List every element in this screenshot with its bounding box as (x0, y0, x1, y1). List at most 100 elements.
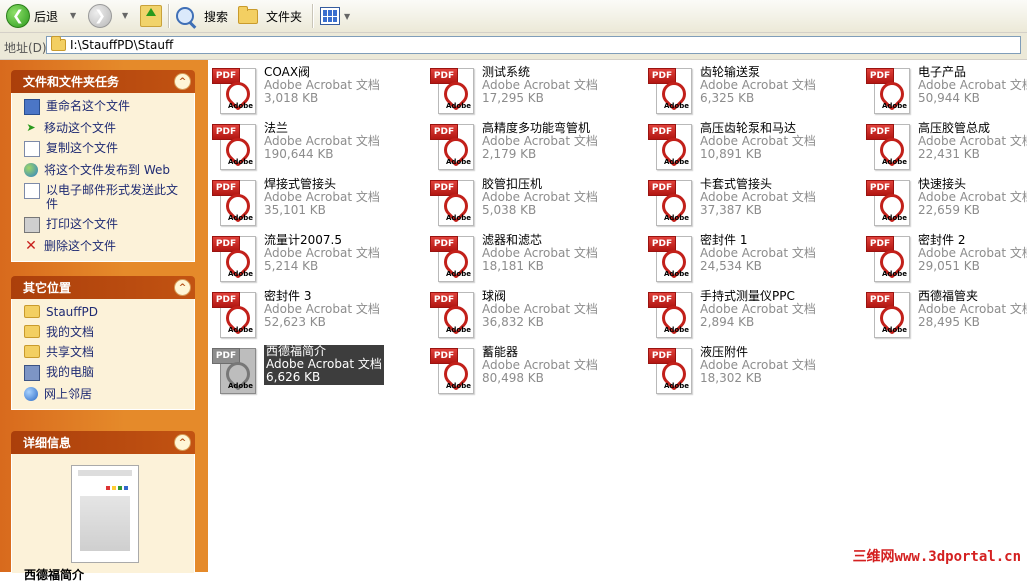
file-info: 高压胶管总成 Adobe Acrobat 文档 22,431 KB (918, 120, 1027, 170)
details-file-name: 西德福简介 (24, 568, 85, 582)
file-item[interactable]: PDF Adobe 卡套式管接头 Adobe Acrobat 文档 37,387 KB (648, 176, 858, 226)
file-item[interactable]: PDF Adobe 高压齿轮泵和马达 Adobe Acrobat 文档 10,891 K… (648, 120, 858, 170)
collapse-chevron-icon[interactable]: ^ (174, 279, 191, 296)
task-rename[interactable]: 重命名这个文件 (24, 99, 186, 115)
file-info: COAX阀 Adobe Acrobat 文档 3,018 KB (264, 64, 380, 114)
task-pane: 文件和文件夹任务 ^ 重命名这个文件 ➤ 移动这个文件 复制这个文件 将这个文件发… (0, 60, 208, 582)
file-info: 快速接头 Adobe Acrobat 文档 22,659 KB (918, 176, 1027, 226)
task-delete[interactable]: ✕ 删除这个文件 (24, 239, 186, 253)
place-network[interactable]: 网上邻居 (24, 387, 186, 401)
pdf-file-icon: PDF Adobe (866, 122, 910, 170)
file-item[interactable]: PDF Adobe 蓄能器 Adobe Acrobat 文档 80,498 KB (430, 344, 640, 394)
folder-icon (24, 345, 40, 358)
file-item[interactable]: PDF Adobe 高精度多功能弯管机 Adobe Acrobat 文档 2,179 K… (430, 120, 640, 170)
up-folder-button[interactable] (140, 3, 162, 29)
delete-icon: ✕ (25, 238, 37, 254)
task-copy[interactable]: 复制这个文件 (24, 141, 186, 157)
pdf-file-icon: PDF Adobe (212, 290, 256, 338)
details-panel: 详细信息 ^ (11, 431, 195, 574)
file-item[interactable]: PDF Adobe 手持式测量仪PPC Adobe Acrobat 文档 2,894 K… (648, 288, 858, 338)
print-icon (24, 217, 40, 233)
pdf-file-icon: PDF Adobe (212, 66, 256, 114)
collapse-chevron-icon[interactable]: ^ (174, 73, 191, 90)
file-item[interactable]: PDF Adobe 高压胶管总成 Adobe Acrobat 文档 22,431 KB (866, 120, 1027, 170)
publish-web-icon (24, 163, 38, 177)
place-label: 网上邻居 (44, 387, 93, 401)
file-info: 球阀 Adobe Acrobat 文档 36,832 KB (482, 288, 598, 338)
back-dropdown-icon[interactable]: ▼ (70, 11, 76, 20)
search-icon (176, 7, 194, 25)
back-button[interactable]: ❮ 后退 (6, 3, 58, 29)
file-item[interactable]: PDF Adobe 西德福管夹 Adobe Acrobat 文档 28,495 KB (866, 288, 1027, 338)
place-shared-documents[interactable]: 共享文档 (24, 345, 186, 359)
file-size: 36,832 KB (482, 315, 544, 329)
pdf-file-icon: PDF Adobe (866, 234, 910, 282)
file-item[interactable]: PDF Adobe 齿轮输送泵 Adobe Acrobat 文档 6,325 KB (648, 64, 858, 114)
task-email[interactable]: 以电子邮件形式发送此文件 (24, 183, 186, 211)
place-label: 我的文档 (46, 325, 95, 339)
file-info: 测试系统 Adobe Acrobat 文档 17,295 KB (482, 64, 598, 114)
other-places-panel: 其它位置 ^ StauffPD 我的文档 共享文档 我的电脑 网上邻居 (11, 276, 195, 410)
search-label: 搜索 (204, 9, 229, 24)
file-item[interactable]: PDF Adobe 测试系统 Adobe Acrobat 文档 17,295 KB (430, 64, 640, 114)
place-my-computer[interactable]: 我的电脑 (24, 365, 186, 381)
file-info: 法兰 Adobe Acrobat 文档 190,644 KB (264, 120, 380, 170)
address-input[interactable]: I:\StauffPD\Stauff (46, 36, 1021, 54)
pdf-file-icon: PDF Adobe (430, 66, 474, 114)
file-info: 西德福管夹 Adobe Acrobat 文档 28,495 KB (918, 288, 1027, 338)
file-info: 密封件 1 Adobe Acrobat 文档 24,534 KB (700, 232, 816, 282)
file-item[interactable]: PDF Adobe 焊接式管接头 Adobe Acrobat 文档 35,101 KB (212, 176, 422, 226)
pdf-file-icon: PDF Adobe (648, 234, 692, 282)
file-item[interactable]: PDF Adobe 密封件 3 Adobe Acrobat 文档 52,623 KB (212, 288, 422, 338)
task-label: 打印这个文件 (46, 217, 119, 231)
file-item[interactable]: PDF Adobe 电子产品 Adobe Acrobat 文档 50,944 KB (866, 64, 1027, 114)
file-info: 高精度多功能弯管机 Adobe Acrobat 文档 2,179 KB (482, 120, 598, 170)
address-label: 地址(D) (4, 41, 47, 55)
file-size: 80,498 KB (482, 371, 544, 385)
file-item[interactable]: PDF Adobe COAX阀 Adobe Acrobat 文档 3,018 KB (212, 64, 422, 114)
pdf-file-icon: PDF Adobe (866, 178, 910, 226)
file-item[interactable]: PDF Adobe 球阀 Adobe Acrobat 文档 36,832 KB (430, 288, 640, 338)
file-size: 10,891 KB (700, 147, 762, 161)
forward-button[interactable]: ❯ (88, 3, 112, 29)
collapse-chevron-icon[interactable]: ^ (174, 434, 191, 451)
file-item[interactable]: PDF Adobe 滤器和滤芯 Adobe Acrobat 文档 18,181 KB (430, 232, 640, 282)
file-size: 37,387 KB (700, 203, 762, 217)
address-bar: 地址(D) I:\StauffPD\Stauff (0, 33, 1027, 60)
pdf-file-icon: PDF Adobe (866, 290, 910, 338)
views-icon (320, 7, 340, 25)
file-item[interactable]: PDF Adobe 液压附件 Adobe Acrobat 文档 18,302 KB (648, 344, 858, 394)
pdf-file-icon: PDF Adobe (430, 122, 474, 170)
other-places-header[interactable]: 其它位置 ^ (11, 276, 195, 299)
file-item[interactable]: PDF Adobe 快速接头 Adobe Acrobat 文档 22,659 KB (866, 176, 1027, 226)
folder-icon (24, 305, 40, 318)
details-header[interactable]: 详细信息 ^ (11, 431, 195, 454)
file-info: 液压附件 Adobe Acrobat 文档 18,302 KB (700, 344, 816, 394)
views-button[interactable]: ▼ (320, 3, 350, 29)
place-my-documents[interactable]: 我的文档 (24, 325, 186, 339)
file-item[interactable]: PDF Adobe 流量计2007.5 Adobe Acrobat 文档 5,214 K… (212, 232, 422, 282)
forward-dropdown-icon[interactable]: ▼ (122, 11, 128, 20)
file-item[interactable]: PDF Adobe 密封件 1 Adobe Acrobat 文档 24,534 KB (648, 232, 858, 282)
place-label: 共享文档 (46, 345, 95, 359)
file-size: 5,214 KB (264, 259, 319, 273)
file-info: 滤器和滤芯 Adobe Acrobat 文档 18,181 KB (482, 232, 598, 282)
file-tasks-header[interactable]: 文件和文件夹任务 ^ (11, 70, 195, 93)
folders-button[interactable]: 文件夹 (238, 3, 302, 29)
task-publish-web[interactable]: 将这个文件发布到 Web (24, 163, 186, 177)
task-print[interactable]: 打印这个文件 (24, 217, 186, 233)
file-item[interactable]: PDF Adobe 法兰 Adobe Acrobat 文档 190,644 KB (212, 120, 422, 170)
file-item[interactable]: PDF Adobe 胶管扣压机 Adobe Acrobat 文档 5,038 KB (430, 176, 640, 226)
file-info: 齿轮输送泵 Adobe Acrobat 文档 6,325 KB (700, 64, 816, 114)
panel-title: 详细信息 (23, 436, 72, 450)
task-move[interactable]: ➤ 移动这个文件 (24, 121, 186, 135)
place-stauffpd[interactable]: StauffPD (24, 305, 186, 319)
pdf-file-icon: PDF Adobe (648, 346, 692, 394)
file-size: 5,038 KB (482, 203, 537, 217)
search-button[interactable]: 搜索 (176, 3, 228, 29)
address-path: I:\StauffPD\Stauff (70, 38, 174, 52)
file-info: 手持式测量仪PPC Adobe Acrobat 文档 2,894 KB (700, 288, 816, 338)
file-item[interactable]: PDF Adobe 西德福简介 Adobe Acrobat 文档 6,626 KB (212, 344, 422, 394)
file-size: 22,659 KB (918, 203, 980, 217)
file-item[interactable]: PDF Adobe 密封件 2 Adobe Acrobat 文档 29,051 KB (866, 232, 1027, 282)
